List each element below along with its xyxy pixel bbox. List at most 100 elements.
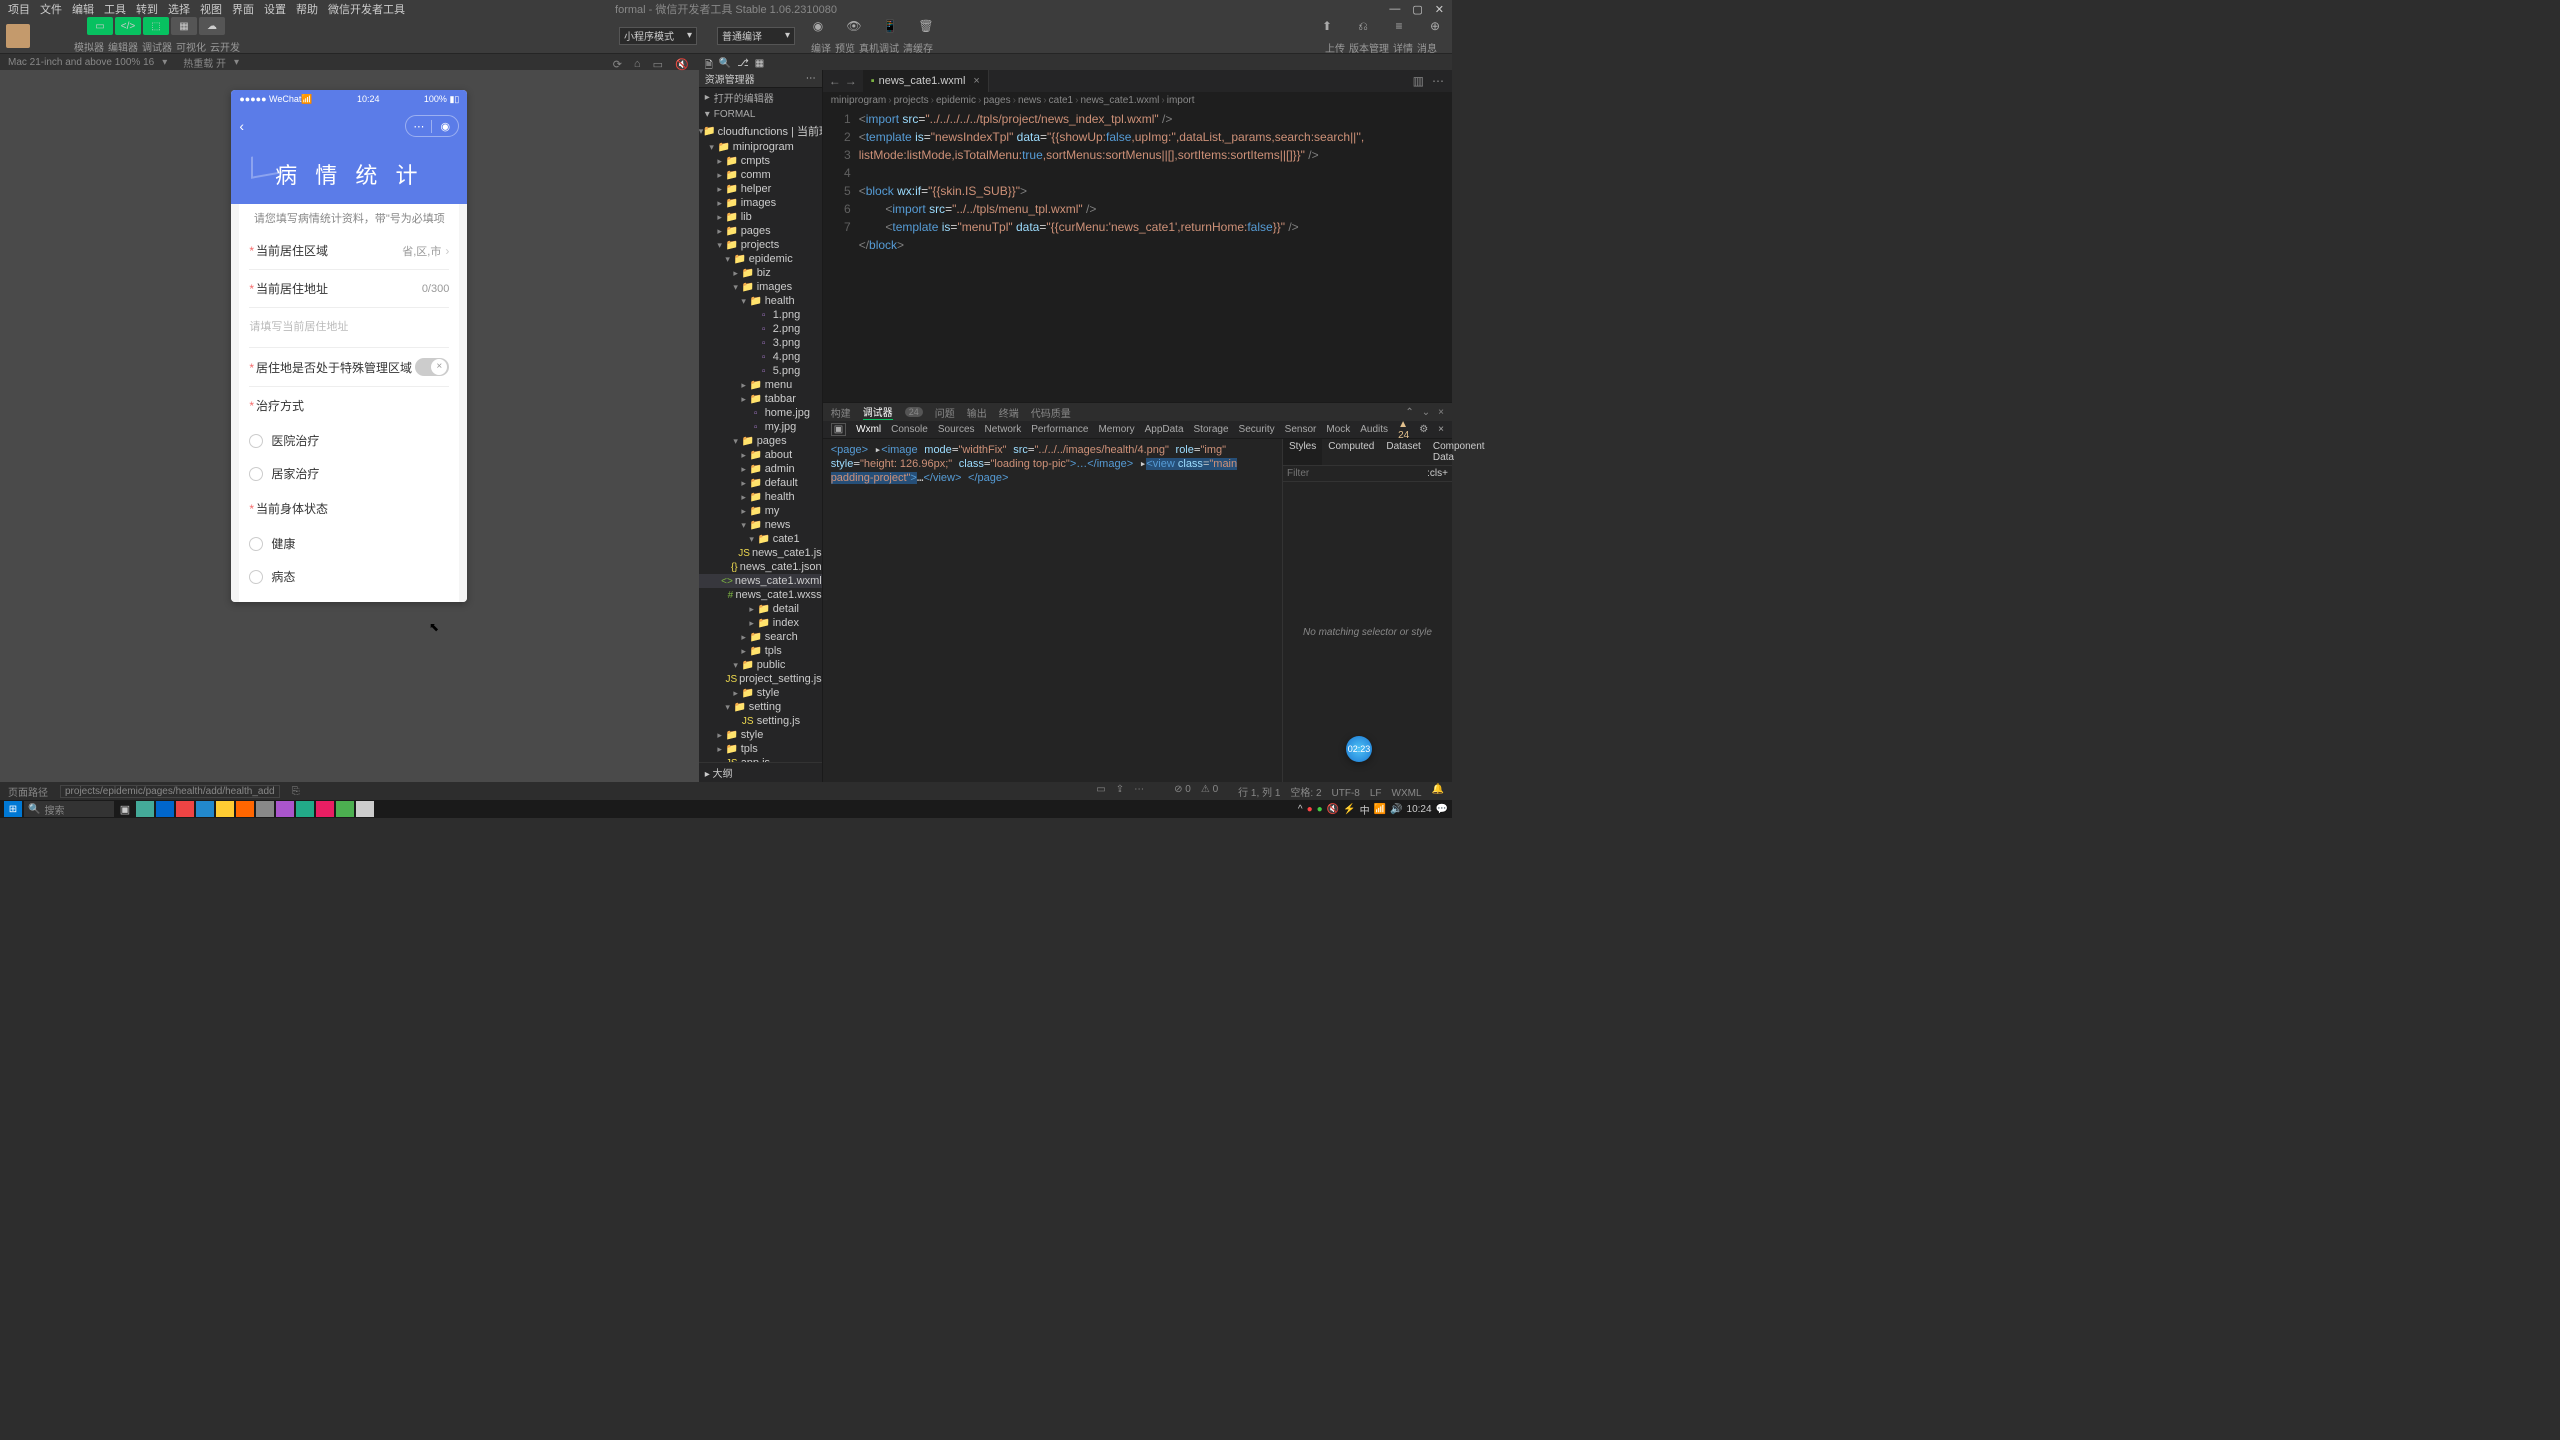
tree-item[interactable]: ▾📁public xyxy=(699,658,822,672)
tree-item[interactable]: ▸📁lib xyxy=(699,210,822,224)
remote-debug-icon[interactable]: 📱 xyxy=(879,16,901,36)
body-opt1[interactable]: 健康 xyxy=(249,527,449,560)
menu-item[interactable]: 项目 xyxy=(8,4,30,16)
menu-item[interactable]: 视图 xyxy=(200,4,222,16)
elements-tree[interactable]: <page> ▸<image mode="widthFix" src="../.… xyxy=(823,439,1282,782)
git-icon[interactable]: ⎇ xyxy=(737,58,749,75)
more-icon[interactable]: ⋯ xyxy=(806,73,816,84)
code-editor[interactable]: <import src="../../../../../tpls/project… xyxy=(859,108,1452,402)
tree-item[interactable]: ▫4.png xyxy=(699,350,822,364)
tree-item[interactable]: ▫2.png xyxy=(699,322,822,336)
tree-item[interactable]: ▸📁style xyxy=(699,728,822,742)
tree-item[interactable]: ▸📁menu xyxy=(699,378,822,392)
detail-icon[interactable]: ≡ xyxy=(1388,16,1410,36)
tree-item[interactable]: ▸📁tpls xyxy=(699,742,822,756)
inspect-icon[interactable]: ▣ xyxy=(831,423,846,436)
menu-item[interactable]: 转到 xyxy=(136,4,158,16)
tree-item[interactable]: ▸📁default xyxy=(699,476,822,490)
tree-item[interactable]: ▸📁health xyxy=(699,490,822,504)
tree-item[interactable]: ▸📁comm xyxy=(699,168,822,182)
open-editors[interactable]: ▸打开的编辑器 xyxy=(699,88,822,107)
address-textarea[interactable]: 请填写当前居住地址 xyxy=(249,308,449,348)
region-row[interactable]: *当前居住区域 省,区,市› xyxy=(249,232,449,270)
body-opt2[interactable]: 病态 xyxy=(249,560,449,593)
nav-back-icon[interactable]: ← xyxy=(829,74,841,88)
maximize-icon[interactable]: ▢ xyxy=(1412,3,1422,16)
visual-button[interactable]: ▦ xyxy=(171,17,197,35)
mode-dropdown[interactable]: 小程序模式▾ xyxy=(619,27,697,45)
tree-item[interactable]: ▾📁projects xyxy=(699,238,822,252)
minimize-icon[interactable]: — xyxy=(1389,3,1400,16)
tree-item[interactable]: ▸📁images xyxy=(699,196,822,210)
tree-item[interactable]: ▸📁helper xyxy=(699,182,822,196)
message-icon[interactable]: ⊕ xyxy=(1424,16,1446,36)
tree-item[interactable]: ▾📁epidemic xyxy=(699,252,822,266)
capsule-button[interactable]: ⋯◉ xyxy=(405,115,459,137)
compile-icon[interactable]: ◉ xyxy=(807,16,829,36)
tree-item[interactable]: ▾📁cate1 xyxy=(699,532,822,546)
editor-button[interactable]: </> xyxy=(115,17,141,35)
more-status-icon[interactable]: ⋯ xyxy=(1134,784,1144,799)
split-icon[interactable]: ▥ xyxy=(1413,74,1424,88)
menu-item[interactable]: 设置 xyxy=(264,4,286,16)
files-icon[interactable]: 🗎 xyxy=(705,58,713,75)
tree-item[interactable]: ▸📁tpls xyxy=(699,644,822,658)
tree-item[interactable]: ▸📁tabbar xyxy=(699,392,822,406)
body-opt3[interactable]: 生病 xyxy=(249,593,449,602)
tree-item[interactable]: ▸📁cmpts xyxy=(699,154,822,168)
ext-icon[interactable]: ▦ xyxy=(755,58,764,75)
tree-item[interactable]: ▸📁style xyxy=(699,686,822,700)
tree-item[interactable]: ▸📁admin xyxy=(699,462,822,476)
avatar[interactable] xyxy=(6,24,30,48)
mute-icon[interactable]: 🔇 xyxy=(675,58,689,71)
task-view-icon[interactable]: ▣ xyxy=(116,801,134,817)
styles-filter-input[interactable] xyxy=(1287,468,1427,479)
debugger-button[interactable]: ⬚ xyxy=(143,17,169,35)
project-root[interactable]: ▾FORMAL xyxy=(699,107,822,122)
phone-icon[interactable]: ▭ xyxy=(653,58,663,71)
breadcrumb[interactable]: miniprogram › projects › epidemic › page… xyxy=(823,92,1452,108)
home-icon[interactable]: ⌂ xyxy=(634,58,641,71)
tree-item[interactable]: ▾📁setting xyxy=(699,700,822,714)
menu-item[interactable]: 界面 xyxy=(232,4,254,16)
menu-item[interactable]: 文件 xyxy=(40,4,62,16)
tree-item[interactable]: ▸📁index xyxy=(699,616,822,630)
cloud-button[interactable]: ☁ xyxy=(199,17,225,35)
menu-item[interactable]: 编辑 xyxy=(72,4,94,16)
tree-item[interactable]: ▫my.jpg xyxy=(699,420,822,434)
timer-bubble[interactable]: 02:23 xyxy=(1346,736,1372,762)
tree-item[interactable]: ▾📁news xyxy=(699,518,822,532)
compile-dropdown[interactable]: 普通编译▾ xyxy=(717,27,795,45)
tree-item[interactable]: JSproject_setting.js xyxy=(699,672,822,686)
tree-item[interactable]: ▸📁pages xyxy=(699,224,822,238)
search-icon[interactable]: 🔍 xyxy=(719,58,731,75)
share-icon[interactable]: ⇪ xyxy=(1116,784,1124,799)
clear-cache-icon[interactable]: 🗑 xyxy=(915,16,937,36)
version-icon[interactable]: ⎌ xyxy=(1352,16,1374,36)
outline-section[interactable]: ▸ 大纲 xyxy=(699,762,822,782)
nav-fwd-icon[interactable]: → xyxy=(845,74,857,88)
tree-item[interactable]: ▸📁biz xyxy=(699,266,822,280)
editor-tab[interactable]: ▪news_cate1.wxml× xyxy=(863,70,989,92)
tree-item[interactable]: ▫home.jpg xyxy=(699,406,822,420)
tree-item[interactable]: ▫3.png xyxy=(699,336,822,350)
tree-item[interactable]: ▫1.png xyxy=(699,308,822,322)
close-tab-icon[interactable]: × xyxy=(973,75,979,87)
treatment-opt2[interactable]: 居家治疗 xyxy=(249,457,449,490)
start-button[interactable]: ⊞ xyxy=(4,801,22,817)
bell-icon[interactable]: 🔔 xyxy=(1432,784,1444,799)
special-switch[interactable] xyxy=(415,358,449,376)
preview-icon[interactable]: 👁 xyxy=(843,16,865,36)
more-tab-icon[interactable]: ⋯ xyxy=(1432,74,1444,88)
tree-item[interactable]: ▸📁detail xyxy=(699,602,822,616)
tree-item[interactable]: ▸📁about xyxy=(699,448,822,462)
tree-item[interactable]: ▾📁pages xyxy=(699,434,822,448)
tree-item[interactable]: ▾📁health xyxy=(699,294,822,308)
tree-item[interactable]: ▾📁cloudfunctions | 当前环境: ... xyxy=(699,122,822,140)
tree-item[interactable]: ▫5.png xyxy=(699,364,822,378)
treatment-opt1[interactable]: 医院治疗 xyxy=(249,424,449,457)
tree-item[interactable]: ▸📁search xyxy=(699,630,822,644)
menu-item[interactable]: 帮助 xyxy=(296,4,318,16)
tree-item[interactable]: ▸📁my xyxy=(699,504,822,518)
scene-icon[interactable]: ▭ xyxy=(1096,784,1105,799)
